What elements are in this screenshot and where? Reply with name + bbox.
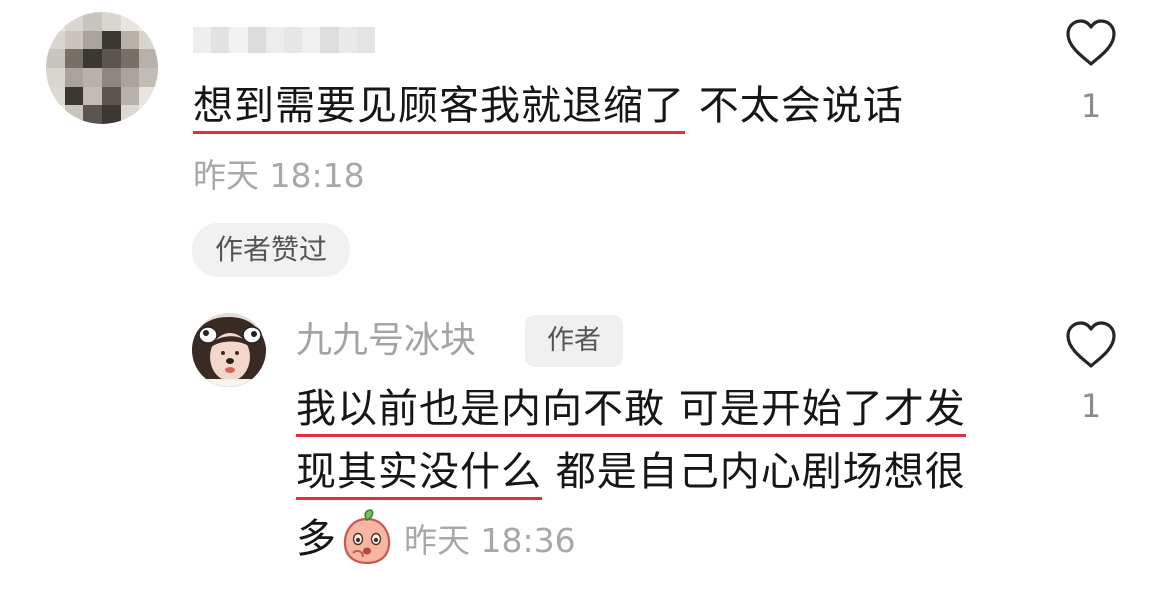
comment-text-rest: 不太会说话 — [685, 83, 904, 129]
reply-line-2-underlined: 现其实没什么 — [296, 449, 542, 500]
reply-line-3: 多 — [296, 515, 337, 563]
author-tag: 作者 — [525, 315, 623, 367]
reply-timestamp: 昨天 18:36 — [404, 521, 576, 560]
peach-emoji-icon — [341, 509, 393, 565]
comment-text: 想到需要见顾客我就退缩了 不太会说话 — [193, 82, 904, 134]
heart-outline-icon — [1066, 321, 1116, 368]
reply-line-1: 我以前也是内向不敢 可是开始了才发 — [296, 385, 966, 437]
heart-outline-icon — [1066, 19, 1116, 66]
reply-username[interactable]: 九九号冰块 — [296, 319, 476, 363]
username-blurred[interactable] — [193, 27, 376, 53]
reply-line-2-rest: 都是自己内心剧场想很 — [542, 449, 966, 495]
reply-line-2: 现其实没什么 都是自己内心剧场想很 — [296, 448, 966, 500]
author-liked-badge: 作者赞过 — [192, 223, 350, 277]
like-count: 1 — [1080, 87, 1102, 125]
reply-line-3-text: 多 — [296, 516, 337, 562]
like-button[interactable] — [1061, 18, 1121, 72]
reply-line-1-underlined: 我以前也是内向不敢 可是开始了才发 — [296, 386, 966, 437]
reply-avatar-image — [192, 313, 266, 387]
avatar[interactable] — [46, 12, 158, 124]
comment-text-underlined: 想到需要见顾客我就退缩了 — [193, 83, 685, 134]
comment-timestamp: 昨天 18:18 — [193, 156, 365, 195]
reply-avatar[interactable] — [192, 313, 266, 387]
reply-like-button[interactable] — [1061, 320, 1121, 374]
reply-like-count: 1 — [1080, 387, 1102, 425]
